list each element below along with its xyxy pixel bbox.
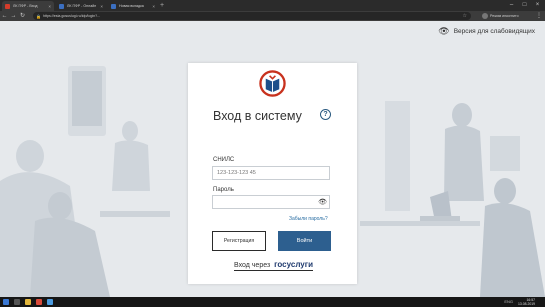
password-input[interactable]: 👁 — [212, 195, 330, 209]
show-password-eye-icon[interactable]: 👁 — [318, 197, 327, 208]
gosuslugi-prefix: Вход через — [234, 262, 271, 269]
minimize-button[interactable]: – — [505, 0, 518, 10]
login-button[interactable]: Войти — [278, 231, 331, 251]
login-card: Вход в систему ? СНИЛС Пароль 👁 Забыли п… — [188, 63, 357, 284]
page-content: 👁 Версия для слабовидящих Вход в систему… — [0, 21, 545, 297]
browser-tab-1[interactable]: ЛК ПФР - Вход × — [2, 1, 54, 11]
clock-date: 13.08.2019 — [518, 302, 535, 306]
tab-title: ЛК ПФР - Вход — [13, 4, 38, 8]
pfr-logo-icon — [259, 70, 286, 97]
tab-title: Новая вкладка — [119, 4, 144, 8]
vision-mode-label: Версия для слабовидящих — [453, 27, 535, 35]
system-tray-language[interactable]: ENG — [504, 299, 513, 304]
page-title: Вход в систему — [213, 109, 302, 123]
browser-tab-3[interactable]: Новая вкладка × — [108, 1, 158, 11]
close-tab-icon[interactable]: × — [48, 4, 51, 9]
bookmark-star-icon[interactable]: ☆ — [463, 12, 467, 20]
eye-icon: 👁 — [438, 26, 450, 36]
taskbar-clock[interactable]: 16:57 13.08.2019 — [518, 298, 535, 306]
forgot-password-link[interactable]: Забыли пароль? — [289, 216, 328, 222]
incognito-avatar-icon — [482, 13, 488, 19]
register-button[interactable]: Регистрация — [212, 231, 266, 251]
close-tab-icon[interactable]: × — [152, 4, 155, 9]
help-icon[interactable]: ? — [320, 109, 331, 120]
search-icon[interactable] — [14, 299, 20, 305]
os-taskbar: ENG 16:57 13.08.2019 — [0, 297, 545, 307]
incognito-indicator[interactable]: Режим инкогнито — [482, 12, 519, 20]
reload-icon[interactable]: ↻ — [18, 11, 27, 21]
browser-tab-bar: ЛК ПФР - Вход × ЛК ПФР - Онлайн × Новая … — [0, 0, 545, 11]
gosuslugi-brand: госуслуги — [274, 260, 314, 269]
address-url: https://esia.gosuslugi.ru/idp/login?... — [42, 14, 101, 18]
browser-menu-icon[interactable]: ⋮ — [536, 11, 542, 21]
tab-favicon-icon — [59, 3, 64, 9]
maximize-button[interactable]: □ — [518, 0, 531, 10]
new-tab-button[interactable]: + — [160, 1, 164, 10]
tab-title: ЛК ПФР - Онлайн — [67, 4, 97, 8]
app-icon[interactable] — [47, 299, 53, 305]
tab-favicon-icon — [5, 3, 10, 9]
file-explorer-icon[interactable] — [25, 299, 31, 305]
tab-favicon-icon — [111, 3, 116, 9]
back-icon[interactable]: ← — [0, 11, 9, 21]
start-icon[interactable] — [3, 299, 9, 305]
close-tab-icon[interactable]: × — [100, 4, 103, 9]
lock-icon: 🔒 — [36, 13, 41, 19]
address-bar[interactable]: 🔒 https://esia.gosuslugi.ru/idp/login?..… — [33, 12, 471, 20]
password-label: Пароль — [213, 187, 234, 193]
snils-input[interactable] — [212, 166, 330, 180]
browser-tab-2[interactable]: ЛК ПФР - Онлайн × — [56, 1, 106, 11]
close-window-button[interactable]: × — [531, 0, 544, 10]
chrome-icon[interactable] — [36, 299, 42, 305]
incognito-label: Режим инкогнито — [490, 14, 519, 18]
snils-label: СНИЛС — [213, 157, 235, 163]
vision-mode-toggle[interactable]: 👁 Версия для слабовидящих — [438, 26, 535, 36]
gosuslugi-login-link[interactable]: Вход через госуслуги — [234, 260, 314, 271]
forward-icon[interactable]: → — [9, 11, 18, 21]
